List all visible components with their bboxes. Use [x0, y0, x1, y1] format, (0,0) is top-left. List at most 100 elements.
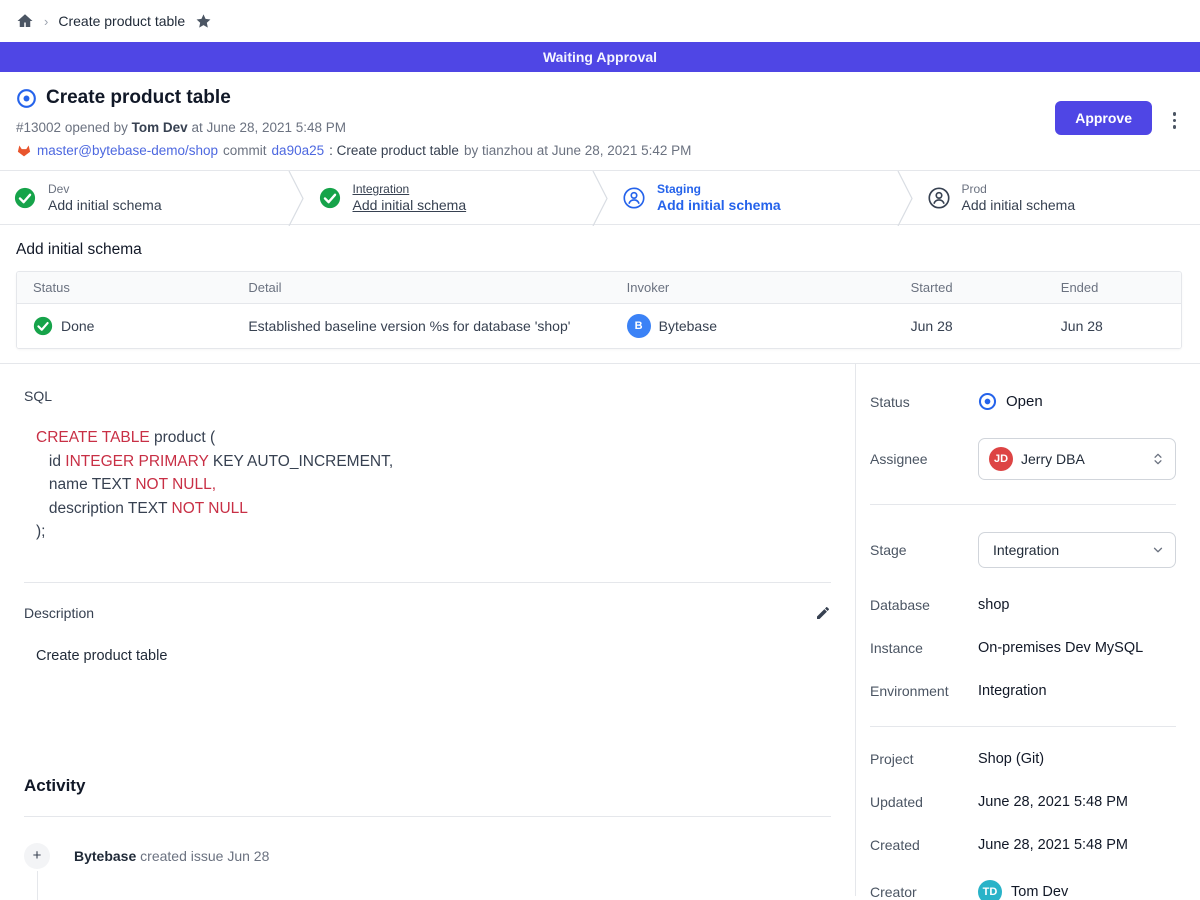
task-status-text: Done — [61, 318, 94, 334]
task-ended-cell: Jun 28 — [1045, 308, 1181, 344]
divider — [870, 726, 1176, 727]
main-panel: SQL CREATE TABLE product ( id INTEGER PR… — [0, 364, 856, 896]
issue-open-icon — [16, 88, 37, 109]
stage-done-icon — [14, 187, 36, 209]
stage-task-label: Add initial schema — [353, 197, 467, 213]
stage-separator-icon — [896, 171, 914, 224]
invoker-avatar: B — [627, 314, 651, 338]
created-value: June 28, 2021 5:48 PM — [978, 837, 1128, 853]
sidebar: Status Open Assignee JD Jerry DBA Stage … — [856, 364, 1200, 896]
divider — [24, 582, 831, 583]
issue-author: Tom Dev — [132, 120, 188, 135]
task-heading: Add initial schema — [16, 241, 1182, 271]
column-header: Ended — [1045, 272, 1181, 303]
stage-done-icon — [319, 187, 341, 209]
column-header: Detail — [232, 272, 610, 303]
sql-code: CREATE TABLE product ( id INTEGER PRIMAR… — [24, 426, 831, 544]
activity-actor: Bytebase — [74, 848, 136, 864]
breadcrumb-current: Create product table — [58, 13, 185, 29]
creator-value: Tom Dev — [1011, 884, 1068, 900]
status-banner: Waiting Approval — [0, 42, 1200, 72]
activity-action: created issue Jun 28 — [140, 848, 269, 864]
plus-icon: + — [24, 843, 50, 869]
breadcrumb: › Create product table — [0, 0, 1200, 42]
status-value: Open — [1006, 393, 1043, 410]
assignee-value: Jerry DBA — [1021, 451, 1143, 467]
approve-button[interactable]: Approve — [1055, 101, 1152, 135]
task-status-cell: Done — [17, 306, 232, 346]
table-row[interactable]: Done Established baseline version %s for … — [17, 303, 1181, 348]
creator-avatar: TD — [978, 880, 1002, 900]
divider — [24, 816, 831, 817]
gitlab-icon — [16, 142, 32, 158]
pipeline-stage-dev[interactable]: DevAdd initial schema — [0, 171, 287, 224]
stage-env-label: Prod — [962, 182, 1076, 196]
task-section: Add initial schema StatusDetailInvokerSt… — [0, 225, 1200, 364]
pipeline: DevAdd initial schemaIntegrationAdd init… — [0, 170, 1200, 225]
task-invoker-cell: B Bytebase — [611, 304, 895, 348]
table-header-row: StatusDetailInvokerStartedEnded — [17, 272, 1181, 303]
assignee-avatar: JD — [989, 447, 1013, 471]
edit-pencil-icon[interactable] — [815, 605, 831, 621]
stage-task-label: Add initial schema — [657, 197, 781, 213]
description-text: Create product table — [24, 648, 831, 664]
opened-by-label: opened by — [65, 120, 128, 135]
divider — [870, 504, 1176, 505]
sql-line: ); — [36, 520, 831, 544]
star-icon[interactable] — [195, 13, 212, 30]
assignee-select[interactable]: JD Jerry DBA — [978, 438, 1176, 480]
stage-env-label: Staging — [657, 182, 781, 196]
invoker-name: Bytebase — [659, 318, 717, 334]
stage-select[interactable]: Integration — [978, 532, 1176, 568]
timeline-connector — [37, 871, 38, 900]
database-value: shop — [978, 597, 1009, 613]
sql-line: CREATE TABLE product ( — [36, 426, 831, 450]
more-actions-icon[interactable] — [1171, 110, 1179, 131]
pipeline-stage-staging[interactable]: StagingAdd initial schema — [609, 171, 896, 224]
updated-value: June 28, 2021 5:48 PM — [978, 794, 1128, 810]
issue-id: #13002 — [16, 120, 61, 135]
column-header: Status — [17, 272, 232, 303]
commit-row: master@bytebase-demo/shop commit da90a25… — [16, 142, 1176, 158]
database-label: Database — [870, 597, 978, 613]
commit-word: commit — [223, 143, 267, 158]
creator-label: Creator — [870, 884, 978, 900]
activity-timeline: + Bytebase created issue Jun 28 — [24, 843, 831, 869]
column-header: Invoker — [611, 272, 895, 303]
project-value: Shop (Git) — [978, 751, 1044, 767]
open-status-icon — [978, 392, 997, 411]
unfold-icon — [1151, 452, 1165, 466]
pipeline-stage-prod[interactable]: ProdAdd initial schema — [914, 171, 1200, 224]
commit-message: : Create product table — [329, 143, 459, 158]
pipeline-stage-integration[interactable]: IntegrationAdd initial schema — [305, 171, 592, 224]
commit-branch-link[interactable]: master@bytebase-demo/shop — [37, 143, 218, 158]
activity-heading: Activity — [24, 776, 831, 796]
stage-env-label: Integration — [353, 182, 467, 196]
chevron-down-icon — [1151, 543, 1165, 557]
environment-label: Environment — [870, 683, 978, 699]
issue-header: Create product table #13002 opened by To… — [0, 72, 1200, 170]
environment-value: Integration — [978, 683, 1047, 699]
home-icon[interactable] — [16, 12, 34, 30]
stage-separator-icon — [287, 171, 305, 224]
task-table: StatusDetailInvokerStartedEnded Done Estab… — [16, 271, 1182, 349]
sql-label: SQL — [24, 388, 831, 404]
commit-meta: by tianzhou at June 28, 2021 5:42 PM — [464, 143, 691, 158]
stage-task-label: Add initial schema — [962, 197, 1076, 213]
done-check-icon — [33, 316, 53, 336]
instance-value: On-premises Dev MySQL — [978, 640, 1143, 656]
stage-task-label: Add initial schema — [48, 197, 162, 213]
task-started-cell: Jun 28 — [895, 308, 1045, 344]
stage-person-icon — [928, 187, 950, 209]
issue-opened-at: at June 28, 2021 5:48 PM — [191, 120, 346, 135]
stage-separator-icon — [591, 171, 609, 224]
project-label: Project — [870, 751, 978, 767]
commit-hash-link[interactable]: da90a25 — [272, 143, 325, 158]
sql-line: description TEXT NOT NULL — [36, 497, 831, 521]
task-detail-cell: Established baseline version %s for data… — [232, 308, 610, 344]
assignee-label: Assignee — [870, 451, 978, 467]
stage-value: Integration — [993, 542, 1143, 558]
sql-line: name TEXT NOT NULL, — [36, 473, 831, 497]
stage-person-icon — [623, 187, 645, 209]
instance-label: Instance — [870, 640, 978, 656]
